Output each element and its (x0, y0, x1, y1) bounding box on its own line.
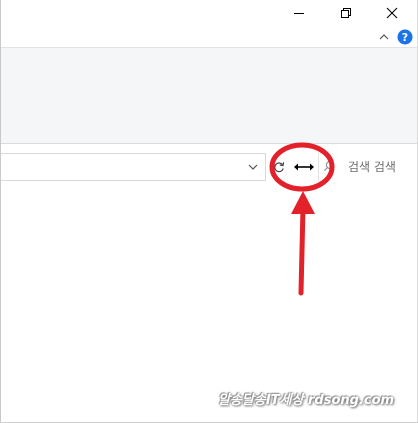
address-history-dropdown[interactable] (241, 154, 265, 180)
address-search-splitter[interactable] (292, 156, 316, 178)
restore-button[interactable] (326, 0, 366, 25)
refresh-button[interactable] (268, 154, 290, 180)
window-border-left (0, 0, 1, 423)
refresh-icon (274, 162, 285, 173)
address-bar[interactable] (0, 153, 266, 181)
search-icon (322, 157, 336, 175)
navigation-bar: 검색 검색 (0, 144, 418, 184)
help-glyph: ? (402, 31, 408, 44)
help-button[interactable]: ? (396, 28, 414, 46)
ribbon-tab-strip: ? (0, 25, 418, 47)
minimize-button[interactable] (279, 0, 319, 25)
watermark: 알송달송IT세상 rdsong.com (218, 393, 395, 408)
close-button[interactable] (372, 0, 412, 25)
title-bar (0, 0, 418, 25)
help-icon: ? (397, 29, 413, 45)
file-list-pane[interactable] (0, 184, 418, 422)
close-icon (386, 7, 398, 18)
chevron-up-icon (379, 34, 389, 40)
resize-horizontal-cursor-icon (294, 163, 314, 171)
minimize-icon (294, 12, 304, 14)
search-placeholder: 검색 검색 (348, 160, 396, 174)
explorer-window: ? 검색 검색 알송달송IT세상 rdsong.com (0, 0, 418, 423)
restore-icon (341, 7, 351, 18)
ribbon-panel (0, 48, 418, 143)
collapse-ribbon-button[interactable] (375, 28, 393, 46)
chevron-down-icon (248, 164, 258, 170)
